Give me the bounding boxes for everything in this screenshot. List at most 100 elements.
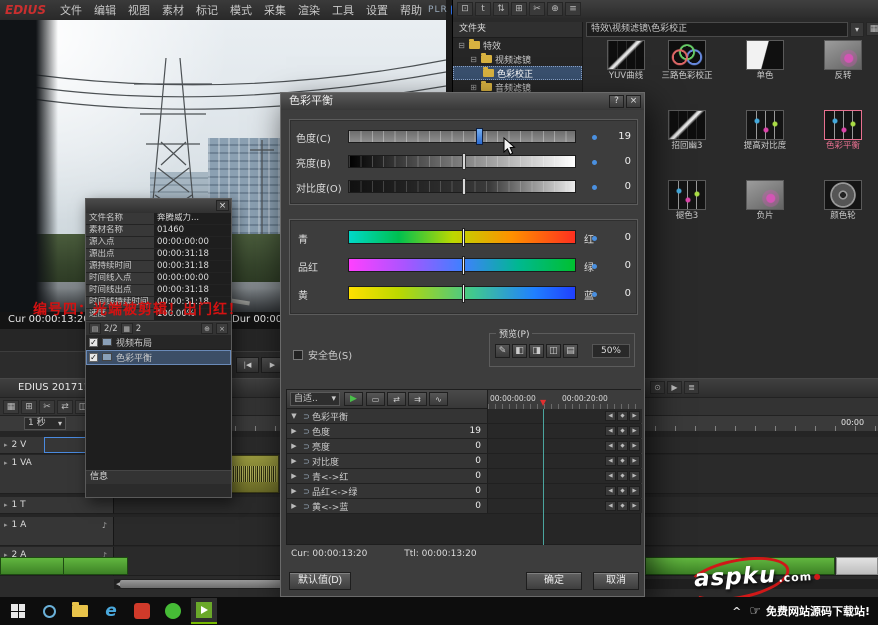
expander-icon[interactable]: ▶ <box>287 442 301 450</box>
add-key-icon[interactable]: ◆ <box>617 426 628 436</box>
add-key-icon[interactable]: ◆ <box>617 501 628 511</box>
keyframe-ruler[interactable]: 00:00:00:00 00:00:20:00 ▼ <box>487 390 642 409</box>
track-expander-icon[interactable]: ▸ <box>4 459 8 467</box>
magenta-green-slider[interactable] <box>348 256 576 275</box>
track-expander-icon[interactable]: ▸ <box>4 441 8 449</box>
kf-row-brightness[interactable]: ▶ ⊃ 亮度 0 ◀ ◆ ▶ <box>287 439 642 454</box>
curve-icon[interactable]: ∿ <box>429 392 448 406</box>
track-expander-icon[interactable]: ▸ <box>4 501 8 509</box>
menu-clip[interactable]: 素材 <box>156 2 190 18</box>
kf-row-chroma[interactable]: ▶ ⊃ 色度 19 ◀ ◆ ▶ <box>287 424 642 439</box>
tree-item-color-correction[interactable]: 色彩校正 <box>453 66 582 80</box>
expander-icon[interactable]: ▶ <box>287 502 301 510</box>
expander-icon[interactable]: ▼ <box>287 412 301 420</box>
sort-icon[interactable]: ⇅ <box>493 2 509 16</box>
breadcrumb[interactable]: 特效\视频滤镜\色彩校正 <box>586 22 848 37</box>
split-top-icon[interactable]: ▤ <box>563 344 578 358</box>
effect-negative[interactable]: 负片 <box>728 180 802 221</box>
pages-icon[interactable]: ▦ <box>120 323 133 334</box>
filter-row-color-balance[interactable]: ✓ 色彩平衡 <box>86 350 231 365</box>
prev-key-icon[interactable]: ◀ <box>605 426 616 436</box>
tree-item-effects-root[interactable]: ⊟ 特效 <box>453 38 582 52</box>
keyframe-toggle-icon[interactable]: ⊃ <box>301 427 312 436</box>
add-key-icon[interactable]: ◆ <box>617 486 628 496</box>
kf-row-yellow-blue[interactable]: ▶ ⊃ 黄<->蓝 0 ◀ ◆ ▶ <box>287 499 642 514</box>
breadcrumb-dropdown-icon[interactable]: ▾ <box>850 22 864 37</box>
effect-color-balance[interactable]: 色彩平衡 <box>806 110 878 151</box>
expander-icon[interactable]: ▶ <box>287 472 301 480</box>
safe-color-option[interactable]: 安全色(S) <box>293 347 352 362</box>
menu-tools[interactable]: 工具 <box>326 2 360 18</box>
brightness-slider[interactable] <box>348 153 576 170</box>
keyframe-toggle-icon[interactable]: ⊃ <box>301 472 312 481</box>
chroma-slider[interactable] <box>348 128 576 145</box>
menu-file[interactable]: 文件 <box>54 2 88 18</box>
effect-thumbnail[interactable] <box>668 180 706 210</box>
kf-row-cyan-red[interactable]: ▶ ⊃ 青<->红 0 ◀ ◆ ▶ <box>287 469 642 484</box>
track-header-1a[interactable]: ▸ 1 A ♪ <box>0 517 114 546</box>
popup-titlebar[interactable]: × <box>86 199 231 213</box>
interpolation-select[interactable]: 自适.. ▾ <box>290 392 340 406</box>
file-explorer-icon[interactable] <box>67 598 93 624</box>
effect-fade[interactable]: 褪色3 <box>650 180 724 221</box>
display-toggle-icon[interactable]: ▭ <box>366 392 385 406</box>
cancel-button[interactable]: 取消 <box>593 572 639 590</box>
effect-invert[interactable]: 反转 <box>806 40 878 81</box>
menu-help[interactable]: 帮助 <box>394 2 428 18</box>
slider-handle[interactable] <box>462 178 466 195</box>
slider-handle[interactable] <box>462 153 466 170</box>
page-icon[interactable]: ▤ <box>89 323 101 334</box>
audio-icon[interactable]: ♪ <box>102 521 107 530</box>
track-header-1t[interactable]: ▸ 1 T <box>0 497 114 514</box>
next-key-icon[interactable]: ▶ <box>629 426 640 436</box>
draw-preview-icon[interactable]: ✎ <box>495 344 510 358</box>
effect-thumbnail[interactable] <box>746 40 784 70</box>
tree-expand-icon[interactable]: ⊞ <box>469 83 478 92</box>
effect-thumbnail[interactable] <box>746 180 784 210</box>
effect-item[interactable]: 招回幽3 <box>650 110 724 151</box>
kf-row-contrast[interactable]: ▶ ⊃ 对比度 0 ◀ ◆ ▶ <box>287 454 642 469</box>
add-filter-icon[interactable]: ⊕ <box>201 323 213 334</box>
expander-icon[interactable]: ▶ <box>287 487 301 495</box>
next-key-icon[interactable]: ▶ <box>629 411 640 421</box>
effect-thumbnail[interactable] <box>607 40 645 70</box>
effect-thumbnail[interactable] <box>746 110 784 140</box>
prev-key-icon[interactable]: ◀ <box>605 441 616 451</box>
list-icon[interactable]: ≣ <box>684 381 699 394</box>
effect-thumbnail[interactable] <box>824 110 862 140</box>
start-button[interactable] <box>5 598 31 624</box>
grid-icon[interactable]: ⊞ <box>511 2 527 16</box>
expander-icon[interactable]: ▶ <box>287 457 301 465</box>
next-key-icon[interactable]: ▶ <box>629 456 640 466</box>
keyframe-toggle-icon[interactable]: ⊃ <box>301 412 312 421</box>
menu-render[interactable]: 渲染 <box>292 2 326 18</box>
prev-key-icon[interactable]: ◀ <box>605 456 616 466</box>
slider-handle[interactable] <box>475 128 483 145</box>
add-key-icon[interactable]: ◆ <box>617 456 628 466</box>
next-key-icon[interactable]: ▶ <box>629 441 640 451</box>
add-icon[interactable]: ⊕ <box>547 2 563 16</box>
record-icon[interactable]: ⊙ <box>650 381 665 394</box>
add-key-icon[interactable]: ◆ <box>617 411 628 421</box>
keyframe-play-button[interactable]: ▶ <box>344 392 363 406</box>
menu-marker[interactable]: 标记 <box>190 2 224 18</box>
kf-lane[interactable]: ◀ ◆ ▶ <box>487 454 642 468</box>
cyan-red-slider[interactable] <box>348 228 576 247</box>
default-button[interactable]: 默认值(D) <box>289 572 351 590</box>
next-key-icon[interactable]: ▶ <box>629 486 640 496</box>
download-site-banner[interactable]: ☞ 免费网站源码下载站! <box>749 603 870 619</box>
tree-collapse-icon[interactable]: ⊟ <box>469 55 478 64</box>
ripple-tool-icon[interactable]: ⇄ <box>57 400 73 414</box>
menu-edit[interactable]: 编辑 <box>88 2 122 18</box>
slider-handle[interactable] <box>462 284 465 303</box>
filter-row-video-layout[interactable]: ✓ 视频布局 <box>86 335 231 350</box>
effect-monochrome[interactable]: 单色 <box>728 40 802 81</box>
split-left-icon[interactable]: ◧ <box>512 344 527 358</box>
effect-3way-color-correction[interactable]: 三路色彩校正 <box>650 40 724 81</box>
contrast-slider[interactable] <box>348 178 576 195</box>
effect-thumbnail[interactable] <box>668 110 706 140</box>
kf-row-color-balance[interactable]: ▼ ⊃ 色彩平衡 ◀ ◆ ▶ <box>287 409 642 424</box>
expander-icon[interactable]: ▶ <box>287 427 301 435</box>
kf-lane[interactable]: ◀ ◆ ▶ <box>487 484 642 498</box>
safe-color-checkbox[interactable] <box>293 349 303 360</box>
